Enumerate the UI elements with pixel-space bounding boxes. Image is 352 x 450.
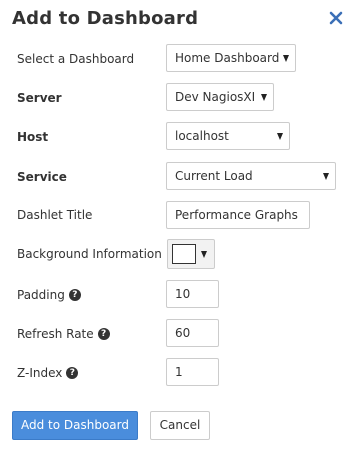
- host-select-value: localhost: [175, 129, 229, 143]
- host-label: Host: [17, 130, 48, 144]
- host-select[interactable]: localhost: [166, 122, 290, 150]
- padding-label-text: Padding: [17, 288, 65, 302]
- host-label-text: Host: [17, 130, 49, 144]
- dashboard-select-value: Home Dashboard: [175, 51, 280, 65]
- service-label-text: Service: [17, 170, 67, 184]
- dashlet-title-label-text: Dashlet Title: [17, 208, 93, 222]
- dashlet-title-input[interactable]: Performance Graphs: [166, 201, 310, 229]
- add-to-dashboard-dialog: Add to Dashboard Select a Dashboard Home…: [0, 0, 352, 450]
- color-swatch: [172, 244, 196, 264]
- refresh-rate-label-text: Refresh Rate: [17, 327, 94, 341]
- background-label: Background Information: [17, 247, 162, 261]
- dashlet-title-label: Dashlet Title: [17, 208, 92, 222]
- refresh-rate-label: Refresh Rate ?: [17, 327, 110, 341]
- padding-input[interactable]: 10: [166, 280, 219, 308]
- padding-label: Padding ?: [17, 288, 81, 302]
- service-select[interactable]: Current Load: [166, 162, 336, 190]
- server-label-text: Server: [17, 91, 62, 105]
- server-select-value: Dev NagiosXI: [175, 90, 256, 104]
- cancel-button[interactable]: Cancel: [150, 411, 210, 440]
- chevron-down-icon: [201, 251, 207, 258]
- help-icon[interactable]: ?: [97, 328, 110, 340]
- chevron-down-icon: [261, 94, 267, 101]
- close-icon[interactable]: [329, 10, 343, 25]
- dashboard-label-text: Select a Dashboard: [17, 52, 135, 66]
- add-to-dashboard-button[interactable]: Add to Dashboard: [12, 411, 138, 440]
- chevron-down-icon: [283, 55, 289, 62]
- chevron-down-icon: [277, 133, 283, 140]
- dashboard-label: Select a Dashboard: [17, 52, 134, 66]
- server-select[interactable]: Dev NagiosXI: [166, 83, 274, 111]
- dashboard-select[interactable]: Home Dashboard: [166, 44, 296, 72]
- z-index-input[interactable]: 1: [166, 358, 219, 386]
- dialog-title: Add to Dashboard: [12, 8, 199, 29]
- help-icon[interactable]: ?: [68, 289, 81, 301]
- z-index-label: Z-Index ?: [17, 366, 79, 380]
- background-color-picker[interactable]: [167, 239, 215, 269]
- refresh-rate-input[interactable]: 60: [166, 319, 219, 347]
- z-index-label-text: Z-Index: [17, 366, 63, 380]
- background-label-text: Background Information: [17, 247, 162, 261]
- help-icon[interactable]: ?: [66, 367, 79, 379]
- service-label: Service: [17, 170, 67, 184]
- server-label: Server: [17, 91, 62, 105]
- chevron-down-icon: [323, 173, 329, 180]
- service-select-value: Current Load: [175, 169, 253, 183]
